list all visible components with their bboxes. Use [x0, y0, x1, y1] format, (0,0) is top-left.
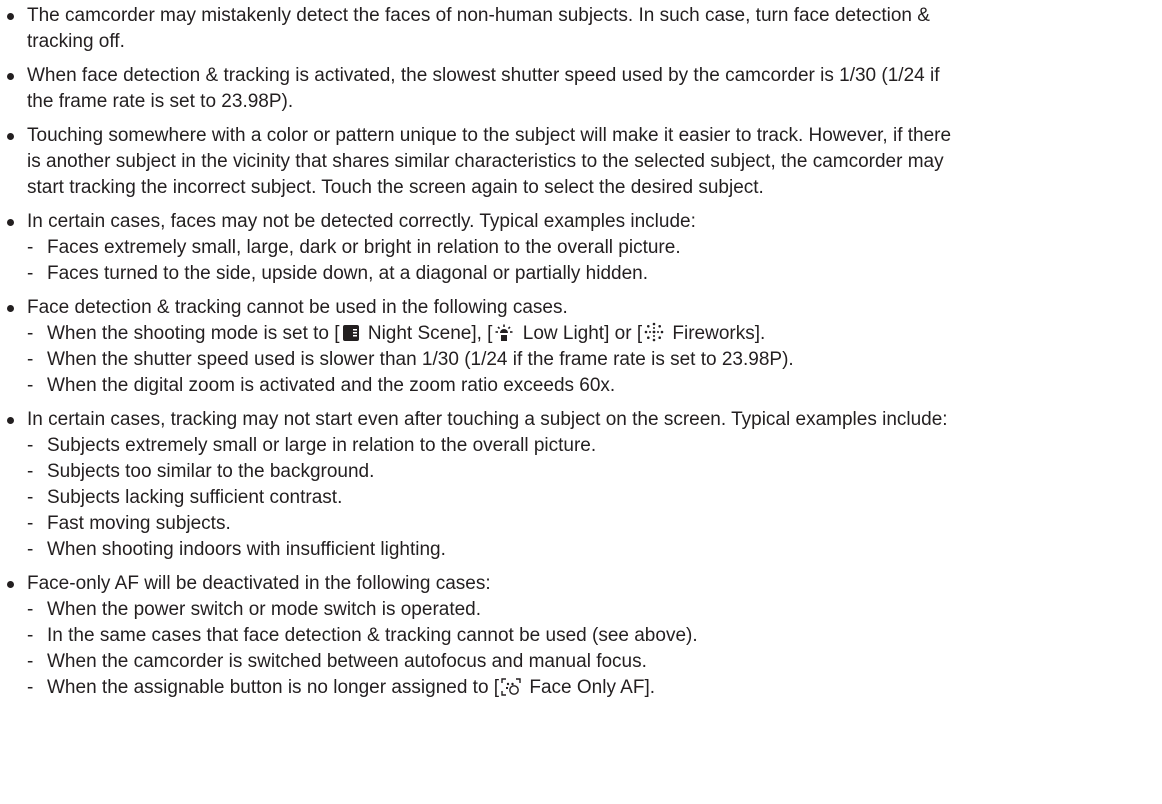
face-only-af-icon	[501, 678, 521, 696]
bullet-dot	[7, 581, 14, 588]
note-5-line-1: Face detection & tracking cannot be used…	[0, 295, 568, 321]
note-3-line-3: start tracking the incorrect subject. To…	[27, 177, 764, 198]
bullet-dot	[7, 13, 14, 20]
note-7-sub-3: - When the camcorder is switched between …	[27, 651, 647, 672]
note-2-line-1: When face detection & tracking is activa…	[0, 63, 939, 89]
note-3-line-2: is another subject in the vicinity that …	[27, 151, 944, 172]
bullet-dot	[7, 417, 14, 424]
note-4-sub-1: - Faces extremely small, large, dark or b…	[27, 237, 681, 258]
note-1-line-1: The camcorder may mistakenly detect the …	[0, 3, 930, 29]
notes-document: The camcorder may mistakenly detect the …	[0, 0, 1162, 804]
note-6-line-1: In certain cases, tracking may not start…	[0, 407, 948, 433]
night-scene-icon	[342, 325, 359, 341]
note-7-sub-2: - In the same cases that face detection &…	[27, 625, 698, 646]
note-2-line-2: the frame rate is set to 23.98P).	[27, 91, 294, 112]
note-6-sub-2: - Subjects too similar to the background.	[27, 461, 375, 482]
note-5-mode-line: - When the shooting mode is set to [ Nigh…	[27, 322, 766, 344]
bullet-dot	[7, 133, 14, 140]
note-3-line-1: Touching somewhere with a color or patte…	[0, 123, 951, 149]
note-4-sub-2: - Faces turned to the side, upside down, …	[27, 263, 648, 284]
note-7-line-1: Face-only AF will be deactivated in the …	[0, 571, 491, 597]
note-6-sub-3: - Subjects lacking sufficient contrast.	[27, 487, 343, 508]
bullet-dot	[7, 73, 14, 80]
note-7-sub-1: - When the power switch or mode switch is…	[27, 599, 482, 620]
note-5-sub-1: - When the shutter speed used is slower t…	[27, 349, 794, 370]
bullet-dot	[7, 305, 14, 312]
note-7-assign-line: - When the assignable button is no longer…	[27, 677, 656, 698]
note-1-line-2: tracking off.	[27, 31, 125, 52]
note-4-line-1: In certain cases, faces may not be detec…	[0, 209, 696, 235]
note-6-sub-4: - Fast moving subjects.	[27, 513, 231, 534]
bullet-dot	[7, 219, 14, 226]
note-5-sub-2: - When the digital zoom is activated and …	[27, 375, 616, 396]
note-6-sub-5: - When shooting indoors with insufficient…	[27, 539, 446, 560]
note-6-sub-1: - Subjects extremely small or large in re…	[27, 435, 597, 456]
low-light-icon	[495, 324, 513, 341]
fireworks-icon	[644, 322, 664, 342]
